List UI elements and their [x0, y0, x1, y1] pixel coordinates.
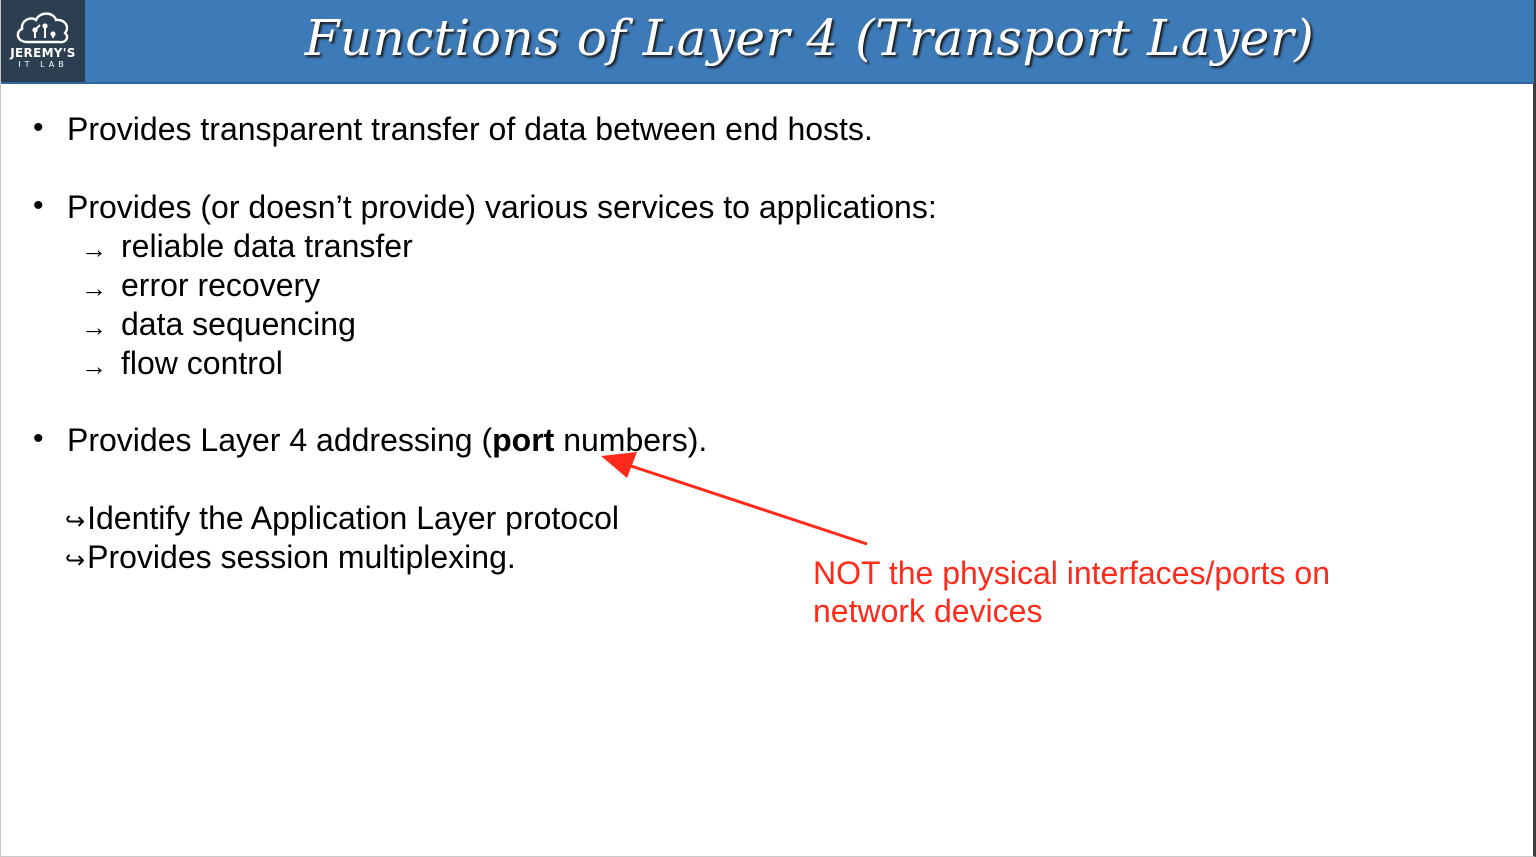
annotation-line: network devices [813, 593, 1043, 629]
slide-body: • Provides transparent transfer of data … [1, 0, 1534, 857]
red-pointer-arrow-icon [601, 452, 868, 546]
slide: JEREMY'S IT LAB Functions of Layer 4 (Tr… [0, 0, 1536, 857]
annotation-note: NOT the physical interfaces/ports on net… [813, 554, 1330, 630]
annotation-line: NOT the physical interfaces/ports on [813, 555, 1330, 591]
